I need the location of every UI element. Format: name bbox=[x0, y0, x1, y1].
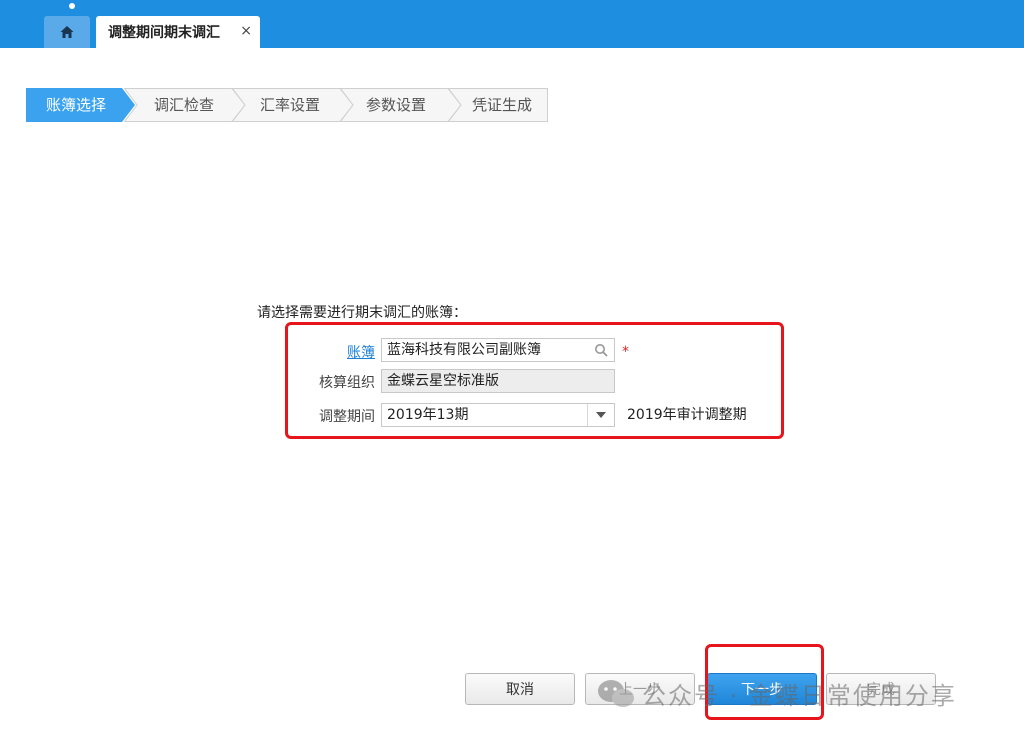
required-mark: * bbox=[622, 344, 629, 360]
watermark: 公众号 · 金蝶日常使用分享 bbox=[596, 676, 957, 711]
period-value: 2019年13期 bbox=[387, 407, 469, 423]
home-icon bbox=[60, 26, 74, 38]
wechat-icon bbox=[598, 679, 634, 707]
dropdown-arrow[interactable] bbox=[587, 404, 614, 426]
tab-title: 调整期间期末调汇 bbox=[108, 25, 220, 41]
step-label: 参数设置 bbox=[366, 96, 427, 114]
form-prompt: 请选择需要进行期末调汇的账簿： bbox=[257, 305, 467, 321]
step-voucher-generate[interactable]: 凭证生成 bbox=[448, 88, 548, 122]
cancel-button[interactable]: 取消 bbox=[465, 673, 575, 705]
book-value: 蓝海科技有限公司副账簿 bbox=[387, 342, 541, 358]
period-note: 2019年审计调整期 bbox=[627, 407, 747, 423]
step-label: 调汇检查 bbox=[154, 96, 215, 114]
top-bar: 调整期间期末调汇 × bbox=[0, 0, 1024, 48]
org-label: 核算组织 bbox=[319, 375, 375, 391]
chevron-down-icon bbox=[596, 412, 606, 418]
status-dot bbox=[69, 3, 75, 9]
org-value: 金蝶云星空标准版 bbox=[387, 373, 499, 389]
step-revaluation-check[interactable]: 调汇检查 bbox=[124, 88, 246, 122]
book-label-link[interactable]: 账簿 bbox=[295, 342, 375, 362]
search-icon[interactable] bbox=[594, 343, 608, 357]
step-exchange-rate[interactable]: 汇率设置 bbox=[232, 88, 354, 122]
step-label: 汇率设置 bbox=[260, 96, 321, 114]
step-label: 凭证生成 bbox=[472, 96, 533, 114]
org-field: 金蝶云星空标准版 bbox=[381, 369, 615, 393]
close-icon[interactable]: × bbox=[240, 23, 252, 39]
watermark-text: 公众号 · 金蝶日常使用分享 bbox=[642, 682, 957, 710]
book-field[interactable]: 蓝海科技有限公司副账簿 bbox=[381, 338, 615, 362]
tab-adjust-period-revaluation[interactable]: 调整期间期末调汇 × bbox=[96, 16, 260, 48]
step-parameters[interactable]: 参数设置 bbox=[340, 88, 462, 122]
step-label: 账簿选择 bbox=[46, 96, 107, 114]
period-select[interactable]: 2019年13期 bbox=[381, 403, 615, 427]
step-book-select[interactable]: 账簿选择 bbox=[26, 88, 136, 122]
home-tab[interactable] bbox=[44, 16, 90, 48]
period-label: 调整期间 bbox=[319, 409, 375, 425]
